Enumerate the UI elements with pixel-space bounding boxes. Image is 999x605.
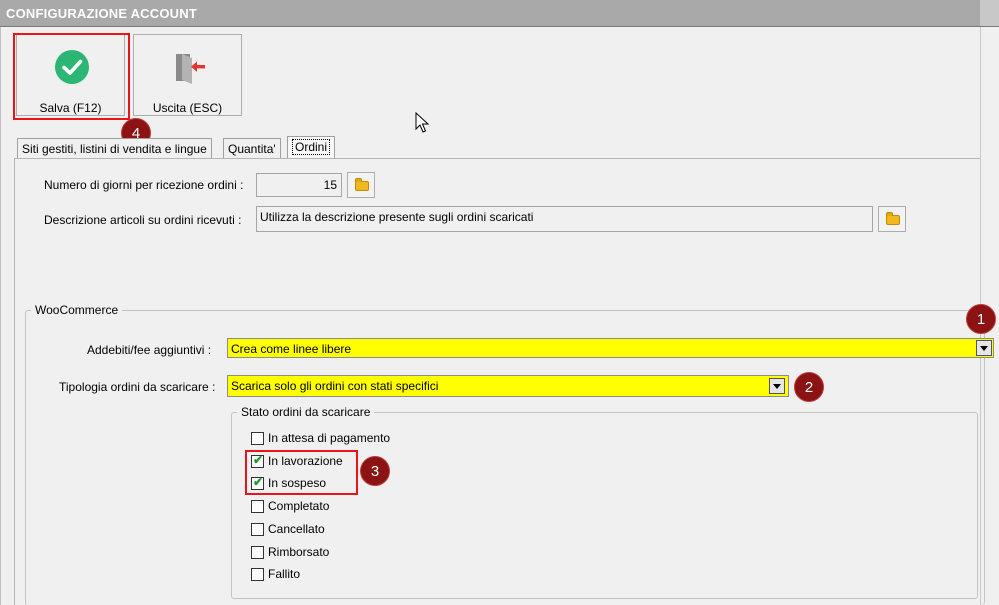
status-label: Rimborsato [268, 545, 330, 559]
tab-quantita[interactable]: Quantita' [223, 138, 281, 158]
status-checkbox[interactable] [251, 523, 264, 536]
checkmark-icon: ✔ [253, 453, 264, 467]
status-checkbox[interactable]: ✔ [251, 453, 264, 468]
status-label: Cancellato [268, 522, 325, 536]
folder-icon [886, 212, 900, 225]
status-option[interactable]: Rimborsato [251, 545, 411, 561]
status-checkbox[interactable] [251, 432, 264, 445]
status-label: Fallito [268, 567, 301, 581]
chevron-down-icon[interactable] [769, 378, 785, 394]
desc-browse-button[interactable] [878, 206, 906, 232]
status-option[interactable]: ✔ In sospeso [251, 476, 411, 492]
mouse-cursor-icon [415, 112, 429, 133]
status-checkbox[interactable] [251, 568, 264, 581]
tab-quantita-label: Quantita' [228, 142, 276, 156]
fees-label: Addebiti/fee aggiuntivi : [87, 343, 212, 357]
title-bar-right-edge [980, 0, 999, 26]
status-label: In attesa di pagamento [268, 431, 391, 445]
fees-select[interactable]: Crea come linee libere [227, 338, 994, 358]
tab-ordini-label: Ordini [292, 139, 331, 155]
desc-label: Descrizione articoli su ordini ricevuti … [44, 213, 242, 227]
callout-2: 2 [794, 372, 824, 402]
status-checkbox[interactable] [251, 546, 264, 559]
desc-value: Utilizza la descrizione presente sugli o… [260, 210, 534, 224]
exit-button-label: Uscita (ESC) [152, 101, 223, 115]
annotation-box-save [13, 33, 130, 120]
type-select-value: Scarica solo gli ordini con stati specif… [231, 379, 439, 393]
checkmark-icon: ✔ [253, 475, 264, 489]
status-option[interactable]: Completato [251, 499, 411, 515]
status-option[interactable]: Cancellato [251, 522, 411, 538]
tab-siti-gestiti-label: Siti gestiti, listini di vendita e lingu… [22, 142, 207, 156]
folder-icon [355, 178, 369, 191]
status-label: In sospeso [268, 476, 327, 490]
tab-siti-gestiti[interactable]: Siti gestiti, listini di vendita e lingu… [17, 138, 212, 158]
days-label: Numero di giorni per ricezione ordini : [44, 178, 244, 192]
chevron-down-icon[interactable] [976, 340, 992, 356]
status-checkbox[interactable]: ✔ [251, 475, 264, 490]
desc-input[interactable]: Utilizza la descrizione presente sugli o… [256, 206, 873, 232]
title-bar: CONFIGURAZIONE ACCOUNT [0, 0, 999, 27]
status-label: Completato [268, 499, 330, 513]
status-option[interactable]: Fallito [251, 567, 411, 583]
woocommerce-group-title: WooCommerce [31, 303, 123, 317]
exit-door-icon [176, 54, 205, 84]
status-option[interactable]: ✔ In lavorazione [251, 454, 411, 470]
callout-1: 1 [966, 304, 996, 334]
status-group-title: Stato ordini da scaricare [237, 405, 375, 419]
left-frame [0, 27, 1, 605]
status-label: In lavorazione [268, 454, 343, 468]
status-option[interactable]: In attesa di pagamento [251, 431, 411, 447]
type-label: Tipologia ordini da scaricare : [59, 380, 216, 394]
tab-ordini[interactable]: Ordini [287, 136, 336, 159]
type-select[interactable]: Scarica solo gli ordini con stati specif… [227, 375, 789, 397]
days-value: 15 [323, 178, 337, 192]
exit-button[interactable]: Uscita (ESC) [133, 34, 242, 116]
days-browse-button[interactable] [347, 172, 375, 198]
days-input[interactable]: 15 [256, 173, 342, 197]
status-checkbox[interactable] [251, 500, 264, 513]
window-title: CONFIGURAZIONE ACCOUNT [6, 6, 197, 21]
fees-select-value: Crea come linee libere [231, 342, 352, 356]
